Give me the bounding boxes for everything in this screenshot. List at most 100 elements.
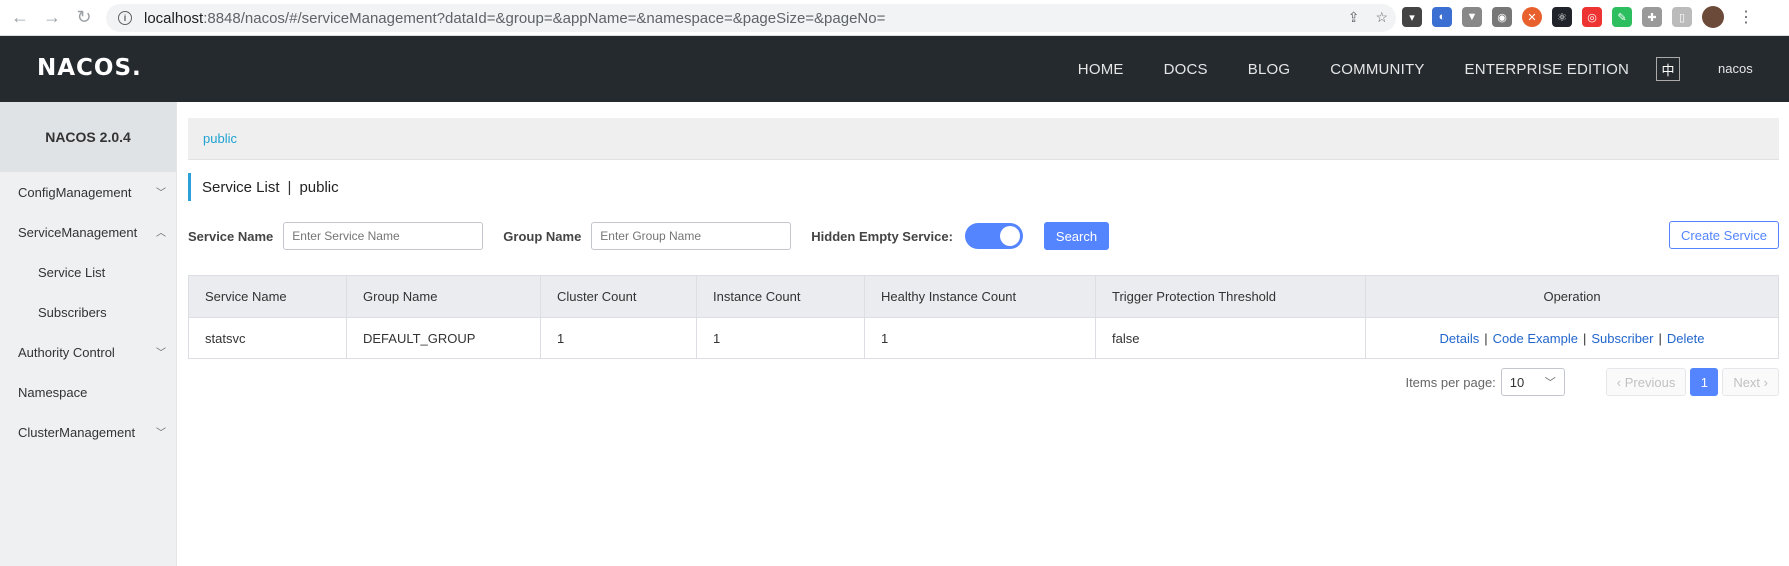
details-link[interactable]: Details xyxy=(1440,331,1480,346)
code-example-link[interactable]: Code Example xyxy=(1493,331,1578,346)
sidebar-title: NACOS 2.0.4 xyxy=(0,102,176,172)
cell-operations: Details | Code Example | Subscriber | Delete xyxy=(1365,317,1779,359)
search-form: Service Name Group Name Hidden Empty Ser… xyxy=(188,221,1779,251)
profile-avatar[interactable] xyxy=(1702,6,1724,28)
forward-arrow-icon[interactable]: → xyxy=(36,2,68,34)
column-header: Operation xyxy=(1365,275,1779,318)
reload-icon[interactable]: ↻ xyxy=(68,2,100,34)
column-header: Healthy Instance Count xyxy=(864,275,1096,318)
column-header: Cluster Count xyxy=(540,275,697,318)
toggle-knob xyxy=(999,226,1020,246)
url-host: localhost xyxy=(144,9,204,27)
back-arrow-icon[interactable]: ← xyxy=(4,2,36,34)
page-number-current[interactable]: 1 xyxy=(1690,368,1719,396)
service-table: Service Name Group Name Cluster Count In… xyxy=(188,275,1779,359)
puzzle-icon[interactable]: ✚ xyxy=(1642,7,1662,27)
page-size-select[interactable]: 10 ﹀ xyxy=(1500,368,1565,396)
info-icon[interactable]: i xyxy=(118,11,132,25)
extension-icon[interactable]: ✕ xyxy=(1522,7,1542,27)
nav-enterprise[interactable]: ENTERPRISE EDITION xyxy=(1465,61,1629,78)
chevron-right-icon: › xyxy=(1760,374,1768,390)
hidden-empty-service-toggle[interactable] xyxy=(964,223,1023,249)
table-header-row: Service Name Group Name Cluster Count In… xyxy=(188,275,1779,318)
chevron-down-icon: ﹀ xyxy=(1544,377,1556,389)
extension-icon[interactable]: ▾ xyxy=(1402,7,1422,27)
url-path: :8848/nacos/#/serviceManagement?dataId=&… xyxy=(203,9,886,27)
extension-icon[interactable]: ◐ xyxy=(1432,7,1452,27)
evernote-icon[interactable]: ✎ xyxy=(1612,7,1632,27)
sidebar-item-label: Namespace xyxy=(18,384,88,400)
group-name-input[interactable] xyxy=(591,222,792,250)
sidebar-item-service-list[interactable]: Service List xyxy=(0,252,176,292)
namespace-bar: public xyxy=(188,118,1779,160)
sidebar-item-label: ConfigManagement xyxy=(18,184,132,200)
group-name-label: Group Name xyxy=(503,228,582,244)
title-separator: | xyxy=(287,178,292,196)
app-header: NACOS. HOME DOCS BLOG COMMUNITY ENTERPRI… xyxy=(0,36,1789,102)
nav-community[interactable]: COMMUNITY xyxy=(1330,61,1424,78)
sidebar-item-authority-control[interactable]: Authority Control ﹀ xyxy=(0,332,176,372)
cell-service-name: statsvc xyxy=(188,317,347,359)
browser-menu-icon[interactable]: ⋮ xyxy=(1738,7,1754,27)
create-service-button[interactable]: Create Service xyxy=(1669,221,1779,249)
share-icon[interactable]: ⇪ xyxy=(1348,9,1360,26)
cell-threshold: false xyxy=(1095,317,1366,359)
sidebar-item-service-management[interactable]: ServiceManagement ︿ xyxy=(0,212,176,252)
cell-group-name: DEFAULT_GROUP xyxy=(346,317,541,359)
react-icon[interactable]: ⚛ xyxy=(1552,7,1572,27)
next-page-button[interactable]: Next › xyxy=(1722,368,1779,396)
user-menu[interactable]: nacos xyxy=(1718,61,1753,76)
sidebar-item-namespace[interactable]: Namespace xyxy=(0,372,176,412)
next-label: Next xyxy=(1733,374,1761,390)
extension-icon[interactable]: ▼ xyxy=(1462,7,1482,27)
column-header: Instance Count xyxy=(696,275,865,318)
url-text[interactable]: localhost:8848/nacos/#/serviceManagement… xyxy=(144,10,885,27)
cell-instance-count: 1 xyxy=(696,317,865,359)
column-header: Trigger Protection Threshold xyxy=(1095,275,1366,318)
column-header: Service Name xyxy=(188,275,347,318)
chevron-down-icon: ﹀ xyxy=(156,428,166,439)
page-title-text: Service List xyxy=(202,178,280,196)
language-toggle[interactable]: 中 xyxy=(1656,57,1680,81)
cell-healthy-count: 1 xyxy=(864,317,1096,359)
previous-page-button[interactable]: ‹ Previous xyxy=(1605,368,1687,396)
sidebar-item-cluster-management[interactable]: ClusterManagement ﹀ xyxy=(0,412,176,452)
items-per-page-label: Items per page: xyxy=(1405,374,1496,390)
camera-icon[interactable]: ◉ xyxy=(1492,7,1512,27)
chevron-left-icon: ‹ xyxy=(1616,374,1625,390)
address-bar[interactable]: i localhost:8848/nacos/#/serviceManageme… xyxy=(106,4,1396,32)
op-separator: | xyxy=(1582,330,1587,346)
page-title-namespace: public xyxy=(299,178,339,196)
service-name-input[interactable] xyxy=(283,222,484,250)
search-button[interactable]: Search xyxy=(1043,222,1110,250)
sidebar-item-subscribers[interactable]: Subscribers xyxy=(0,292,176,332)
sidebar-item-config-management[interactable]: ConfigManagement ﹀ xyxy=(0,172,176,212)
sidebar-item-label: ServiceManagement xyxy=(18,224,138,240)
service-name-label: Service Name xyxy=(188,228,274,244)
extension-icon[interactable]: ◎ xyxy=(1582,7,1602,27)
sidebar-item-label: Service List xyxy=(38,264,106,280)
namespace-public-link[interactable]: public xyxy=(203,131,237,146)
star-icon[interactable]: ☆ xyxy=(1375,9,1388,26)
subscriber-link[interactable]: Subscriber xyxy=(1591,331,1653,346)
nacos-logo[interactable]: NACOS. xyxy=(37,55,142,81)
side-panel-icon[interactable]: ▯ xyxy=(1672,7,1692,27)
chevron-down-icon: ﹀ xyxy=(156,188,166,199)
pagination: Items per page: 10 ﹀ ‹ Previous 1 Next › xyxy=(1405,368,1779,396)
nav-home[interactable]: HOME xyxy=(1078,61,1124,78)
browser-toolbar: ← → ↻ i localhost:8848/nacos/#/serviceMa… xyxy=(0,0,1789,36)
chevron-up-icon: ︿ xyxy=(156,228,166,239)
sidebar: NACOS 2.0.4 ConfigManagement ﹀ ServiceMa… xyxy=(0,102,177,566)
op-separator: | xyxy=(1484,330,1488,346)
hidden-empty-service-label: Hidden Empty Service: xyxy=(811,228,953,244)
op-separator: | xyxy=(1658,330,1662,346)
nav-docs[interactable]: DOCS xyxy=(1164,61,1208,78)
delete-link[interactable]: Delete xyxy=(1667,331,1705,346)
chevron-down-icon: ﹀ xyxy=(156,348,166,359)
main-content: public Service List | public Service Nam… xyxy=(188,102,1779,566)
cell-cluster-count: 1 xyxy=(540,317,697,359)
logo-text: NACOS. xyxy=(37,55,142,81)
column-header: Group Name xyxy=(346,275,541,318)
extensions-bar: ▾ ◐ ▼ ◉ ✕ ⚛ ◎ ✎ ✚ ▯ ⋮ xyxy=(1402,6,1754,28)
nav-blog[interactable]: BLOG xyxy=(1248,61,1290,78)
